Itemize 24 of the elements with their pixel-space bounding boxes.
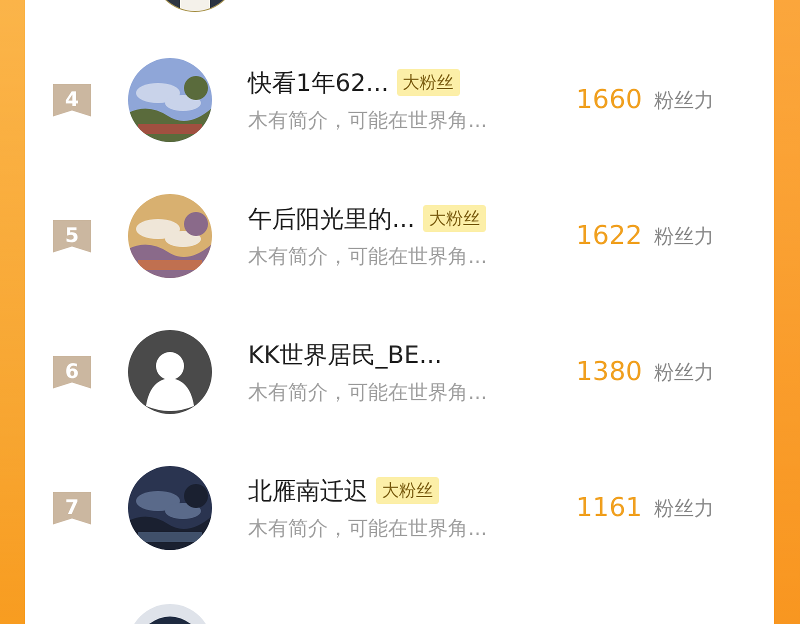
fan-tag: 大粉丝 (396, 69, 460, 96)
user-intro: 木有简介，可能在世界角... (248, 378, 488, 406)
user-name[interactable]: 快看1年62... (248, 66, 389, 98)
rank-badge: 4 (53, 84, 91, 116)
user-name[interactable]: 午后阳光里的... (248, 202, 415, 234)
fan-score: 1660 (576, 85, 644, 115)
fan-score: 1161 (576, 493, 644, 523)
user-intro: 木有简介，可能在世界角... (248, 514, 488, 542)
user-intro: 木有简介，可能在世界角... (248, 242, 488, 270)
score-unit: 粉丝力 (654, 494, 714, 522)
score-unit: 粉丝力 (654, 222, 714, 250)
fan-score: 1380 (576, 357, 644, 387)
fan-tag: 大粉丝 (376, 477, 439, 504)
rank-badge: 6 (53, 356, 91, 388)
user-name[interactable]: KK世界居民_BE... (248, 338, 442, 370)
default-avatar-icon (128, 330, 212, 414)
rank-badge: 5 (53, 220, 91, 252)
rank-badge: 7 (53, 492, 91, 524)
fan-score: 1622 (576, 221, 644, 251)
score-unit: 粉丝力 (654, 86, 714, 114)
fan-tag: 大粉丝 (422, 205, 486, 232)
user-intro: 木有简介，可能在世界角... (248, 106, 488, 134)
score-unit: 粉丝力 (654, 358, 714, 386)
user-name[interactable]: 北雁南迁迟 (248, 474, 368, 506)
